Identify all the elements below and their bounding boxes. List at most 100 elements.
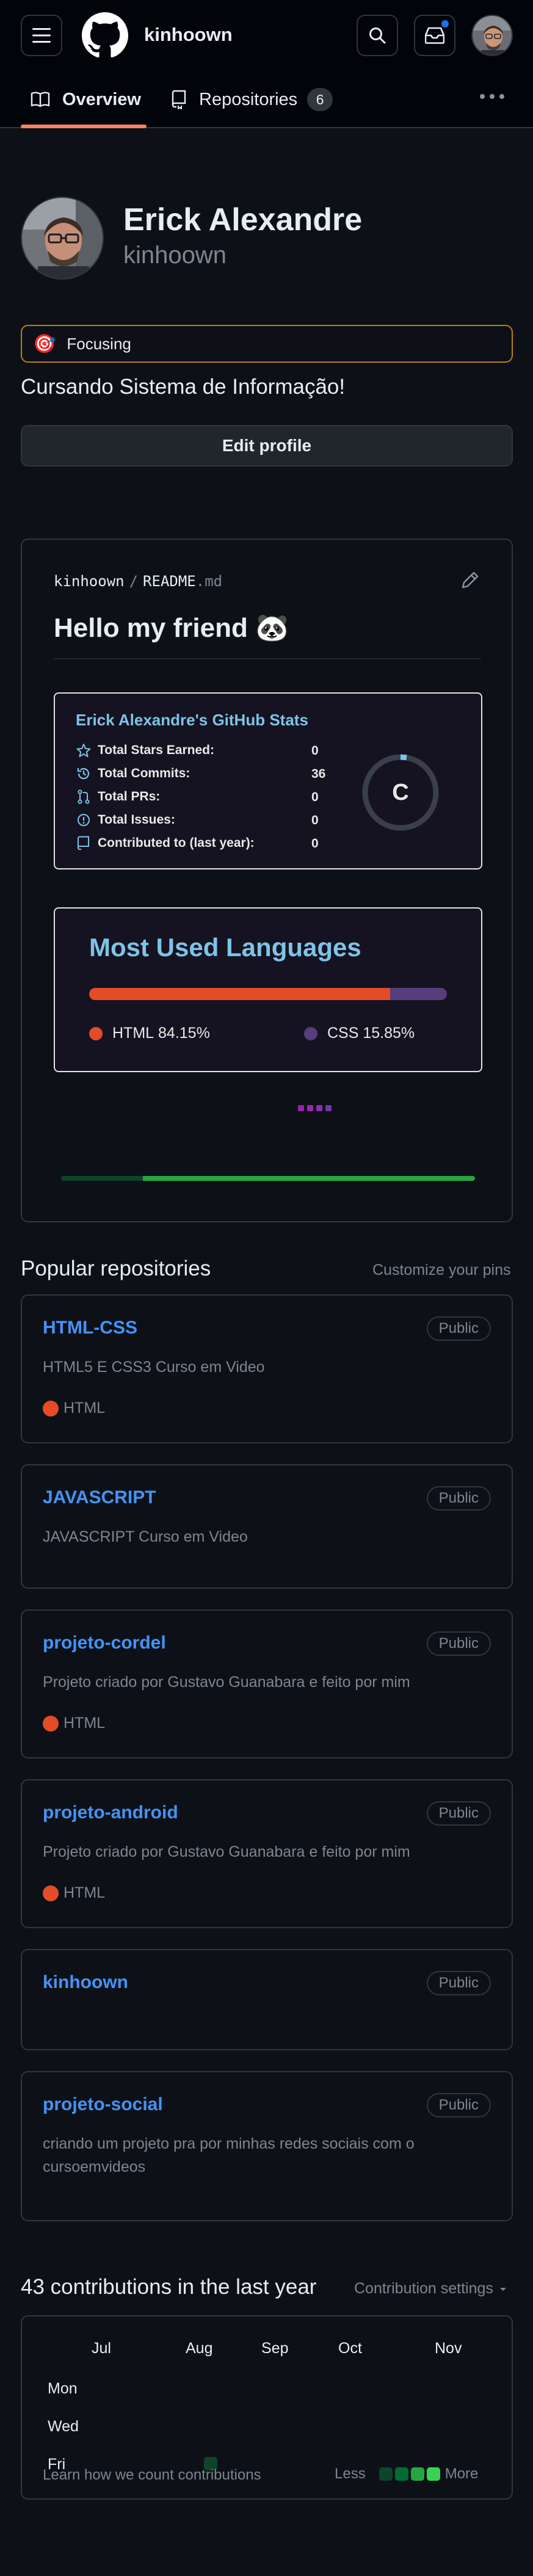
inbox-icon — [425, 27, 444, 44]
notification-dot — [440, 18, 451, 29]
language-item-css: CSS 15.85% — [304, 1025, 415, 1042]
path-separator: / — [129, 573, 139, 590]
repo-description: Projeto criado por Gustavo Guanabara e f… — [43, 1674, 410, 1691]
stat-row-prs: Total PRs: — [76, 788, 160, 806]
customize-pins-link[interactable]: Customize your pins — [372, 1261, 510, 1279]
repo-name-link[interactable]: HTML-CSS — [43, 1318, 137, 1338]
repo-name-link[interactable]: projeto-android — [43, 1802, 178, 1823]
inbox-button[interactable] — [414, 15, 455, 56]
repo-name-link[interactable]: projeto-cordel — [43, 1633, 166, 1653]
repo-visibility-badge: Public — [426, 1486, 491, 1511]
profile-avatar[interactable] — [21, 197, 104, 280]
profile-tabs: Overview Repositories 6 — [0, 71, 533, 128]
repo-card-projeto-social: projeto-social Public criando um projeto… — [21, 2071, 513, 2221]
repo-language-name: HTML — [63, 1884, 106, 1901]
repo-card-html-css: HTML-CSS Public HTML5 E CSS3 Curso em Vi… — [21, 1294, 513, 1443]
repo-language: HTML — [43, 1714, 105, 1732]
edit-readme-button[interactable] — [459, 570, 480, 591]
repo-icon — [77, 836, 89, 850]
readme-owner[interactable]: kinhoown — [54, 573, 125, 590]
language-name: CSS — [327, 1025, 359, 1042]
stat-row-stars: Total Stars Earned: — [76, 741, 214, 760]
repo-visibility-badge: Public — [426, 1631, 491, 1656]
repo-name-link[interactable]: JAVASCRIPT — [43, 1487, 156, 1508]
readme-card: kinhoown / README.md Hello my friend 🐼 Eri… — [21, 539, 513, 1222]
contribution-legend: Less More — [335, 2465, 478, 2483]
repo-visibility-badge: Public — [426, 1971, 491, 1995]
profile-bio: Cursando Sistema de Informação! — [21, 375, 346, 399]
readme-divider — [54, 658, 481, 659]
repositories-count: 6 — [307, 88, 333, 111]
repo-card-javascript: JAVASCRIPT Public JAVASCRIPT Curso em Vi… — [21, 1464, 513, 1589]
month-label: Sep — [261, 2340, 289, 2357]
tab-repositories[interactable]: Repositories 6 — [171, 71, 333, 128]
menu-button[interactable] — [21, 15, 62, 56]
header-avatar[interactable] — [471, 15, 513, 56]
history-icon — [77, 767, 90, 780]
stat-row-contributed: Contributed to (last year): — [76, 834, 255, 852]
most-used-languages-card[interactable]: Most Used Languages HTML 84.15% CSS 15.8… — [54, 907, 482, 1072]
star-icon — [76, 744, 91, 757]
readme-file[interactable]: README — [143, 573, 196, 590]
month-label: Aug — [186, 2340, 213, 2357]
repo-visibility-badge: Public — [426, 1316, 491, 1341]
edit-profile-button[interactable]: Edit profile — [21, 425, 513, 466]
languages-title: Most Used Languages — [89, 933, 361, 962]
github-stats-card[interactable]: Erick Alexandre's GitHub Stats Total Sta… — [54, 692, 482, 869]
more-options-icon[interactable] — [480, 94, 504, 99]
language-name: HTML — [112, 1025, 154, 1042]
stat-row-commits: Total Commits: — [76, 764, 190, 783]
readme-heading: Hello my friend 🐼 — [54, 613, 289, 643]
tab-overview[interactable]: Overview — [31, 71, 141, 128]
github-logo[interactable] — [82, 12, 128, 59]
status-text: Focusing — [67, 334, 131, 353]
stat-label: Total Commits: — [98, 766, 190, 780]
month-label: Nov — [435, 2340, 462, 2357]
repo-name-link[interactable]: projeto-social — [43, 2094, 163, 2115]
top-bar: kinhoown — [0, 0, 533, 71]
contribution-snake-line — [61, 1176, 475, 1181]
repo-name-link[interactable]: kinhoown — [43, 1972, 128, 1993]
popular-repositories-title: Popular repositories — [21, 1257, 211, 1280]
snake-animation — [298, 1105, 332, 1111]
pull-request-icon — [78, 789, 90, 804]
stat-value-prs: 0 — [311, 790, 319, 804]
readme-path: kinhoown / README.md — [54, 573, 222, 590]
stat-value-contributed: 0 — [311, 836, 319, 851]
legend-swatch — [410, 2467, 424, 2481]
contribution-graph: Jul Aug Sep Oct Nov Mon Wed Fri Learn ho… — [21, 2315, 513, 2500]
stat-label: Total Stars Earned: — [98, 743, 214, 757]
learn-contributions-link[interactable]: Learn how we count contributions — [43, 2467, 261, 2484]
profile-login: kinhoown — [123, 242, 227, 269]
stat-value-stars: 0 — [311, 744, 319, 758]
repo-description: JAVASCRIPT Curso em Video — [43, 1528, 248, 1545]
weekday-label: Wed — [48, 2418, 79, 2435]
legend-swatch — [379, 2467, 393, 2481]
hamburger-icon — [32, 28, 51, 43]
language-color-dot — [43, 1400, 59, 1417]
contribution-settings-dropdown[interactable]: Contribution settings — [354, 2280, 509, 2298]
repo-card-projeto-android: projeto-android Public Projeto criado po… — [21, 1779, 513, 1928]
legend-swatch — [426, 2467, 440, 2481]
legend-less: Less — [335, 2465, 366, 2482]
stat-label: Total Issues: — [98, 813, 175, 827]
target-emoji-icon: 🎯 — [33, 333, 56, 354]
status-box[interactable]: 🎯 Focusing — [21, 325, 513, 363]
repo-card-projeto-cordel: projeto-cordel Public Projeto criado por… — [21, 1609, 513, 1758]
search-button[interactable] — [357, 15, 398, 56]
month-label: Oct — [338, 2340, 362, 2357]
stat-row-issues: Total Issues: — [76, 811, 175, 829]
active-tab-indicator — [21, 125, 147, 128]
repo-visibility-badge: Public — [426, 1801, 491, 1826]
legend-swatch — [394, 2467, 408, 2481]
repo-description: criando um projeto pra por minhas redes … — [43, 2135, 415, 2175]
repo-description: Projeto criado por Gustavo Guanabara e f… — [43, 1843, 410, 1860]
readme-extension: .md — [195, 573, 223, 590]
issue-icon — [78, 814, 90, 826]
repo-visibility-badge: Public — [426, 2093, 491, 2117]
language-bar-segment — [390, 988, 447, 1000]
header-username[interactable]: kinhoown — [144, 24, 233, 46]
search-icon — [369, 27, 386, 44]
stat-value-issues: 0 — [311, 813, 319, 827]
tab-overview-label: Overview — [62, 89, 141, 109]
